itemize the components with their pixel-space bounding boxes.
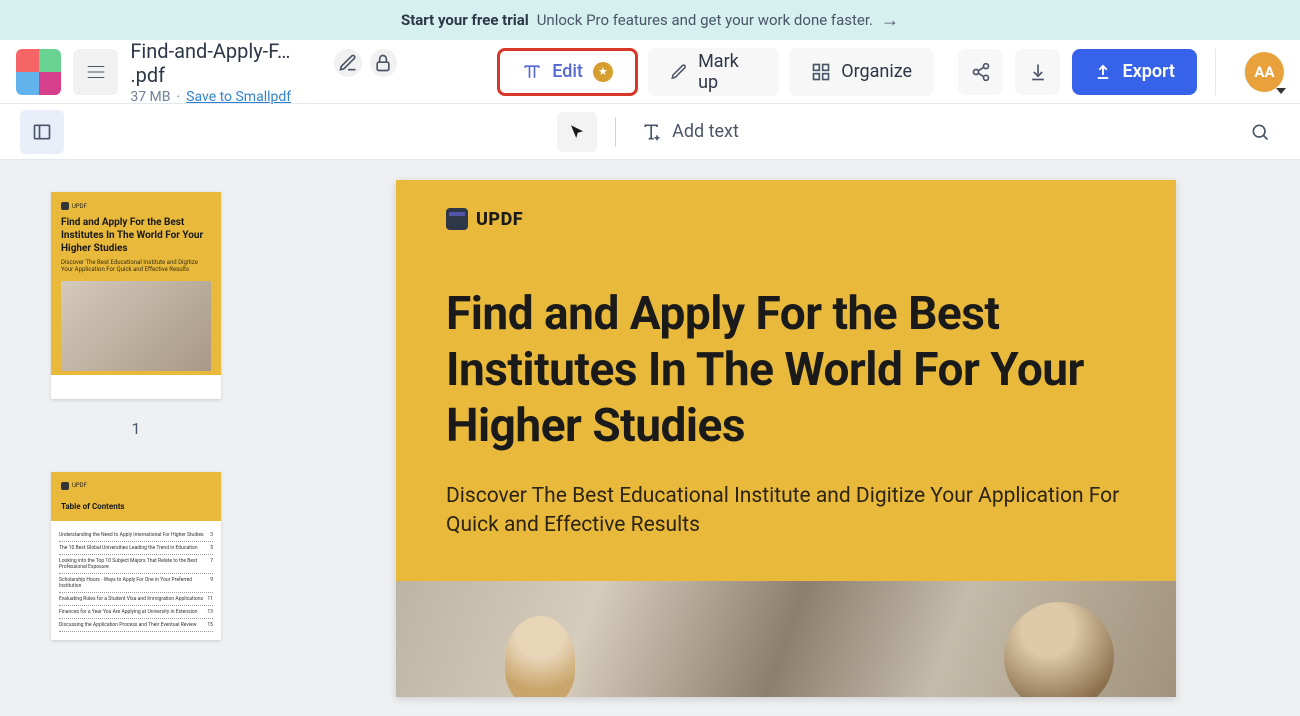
main-area: UPDF Find and Apply For the Best Institu… [0,160,1300,716]
panel-toggle-button[interactable] [20,110,64,154]
document-photo [396,581,1176,697]
star-icon: ★ [593,62,613,82]
toc-row: The 10 Best Global Universities Leading … [59,542,213,555]
add-text-icon [642,122,662,142]
toc-row: Understanding the Need to Apply Internat… [59,529,213,542]
banner-text: Unlock Pro features and get your work do… [537,11,873,29]
tool-group: Edit ★ Mark up Organize [497,48,934,96]
chevron-down-icon [1276,88,1286,94]
document-page: UPDF Find and Apply For the Best Institu… [396,180,1176,697]
app-logo[interactable] [16,49,61,95]
search-icon [1250,122,1270,142]
download-icon [1028,62,1048,82]
pencil-icon [670,62,688,82]
menu-button[interactable] [73,49,118,95]
share-button[interactable] [958,49,1003,95]
updf-icon [446,208,468,230]
document-viewer[interactable]: UPDF Find and Apply For the Best Institu… [272,160,1300,716]
file-size: 37 MB [130,89,170,105]
search-button[interactable] [1240,112,1280,152]
markup-button[interactable]: Mark up [648,48,779,96]
pointer-button[interactable] [557,112,597,152]
rename-button[interactable] [334,49,361,77]
grid-icon [811,62,831,82]
organize-button[interactable]: Organize [789,48,934,96]
share-icon [971,62,991,82]
lock-icon [373,53,393,73]
thumbnail-page-2[interactable]: UPDF Table of Contents Understanding the… [51,472,221,640]
edit-button[interactable]: Edit ★ [497,48,638,96]
document-subheading: Discover The Best Educational Institute … [396,482,1176,539]
cursor-icon [568,123,586,141]
file-title: Find-and-Apply-F… .pdf [130,39,326,87]
toc-row: Discussing the Application Process and T… [59,619,213,632]
toc-row: Scholarship Hours - Ways to Apply For On… [59,574,213,593]
thumbnail-page-1[interactable]: UPDF Find and Apply For the Best Institu… [51,192,221,399]
page-number: 1 [28,419,244,438]
download-button[interactable] [1015,49,1060,95]
sidebar-icon [32,122,52,142]
upload-icon [1094,63,1112,81]
toc-row: Evaluating Rules for a Student Visa and … [59,593,213,606]
toc-row: Looking into the Top 10 Subject Majors T… [59,555,213,574]
trial-banner[interactable]: Start your free trial Unlock Pro feature… [0,0,1300,40]
main-toolbar: Find-and-Apply-F… .pdf 37 MB · Save to S… [0,40,1300,104]
avatar[interactable]: AA [1244,52,1284,92]
thumbnail-panel[interactable]: UPDF Find and Apply For the Best Institu… [0,160,272,716]
add-text-button[interactable]: Add text [634,121,747,142]
sub-toolbar: Add text [0,104,1300,160]
document-heading: Find and Apply For the Best Institutes I… [396,286,1176,454]
banner-title: Start your free trial [401,11,529,29]
document-brand: UPDF [396,208,1176,230]
export-button[interactable]: Export [1072,49,1197,95]
pencil-icon [338,53,358,73]
text-cursor-icon [522,62,542,82]
menu-icon [85,61,107,83]
toc-row: Finances for a Year You Are Applying at … [59,606,213,619]
lock-button[interactable] [370,49,397,77]
save-link[interactable]: Save to Smallpdf [186,89,291,105]
arrow-right-icon: → [881,10,899,31]
file-meta: Find-and-Apply-F… .pdf 37 MB · Save to S… [130,39,397,105]
